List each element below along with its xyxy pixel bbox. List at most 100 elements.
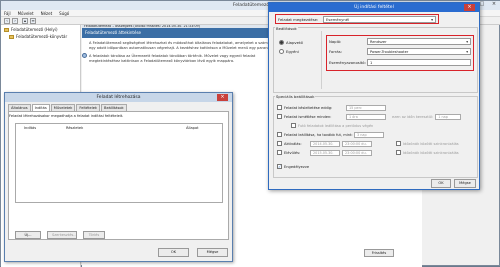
close-icon[interactable]: ×	[217, 94, 228, 101]
back-icon[interactable]: ‹	[4, 18, 10, 24]
tab-general[interactable]: Általános	[8, 104, 31, 111]
event-id-field[interactable]: 1	[367, 59, 471, 66]
enabled-row: ✓ Engedélyezve	[277, 163, 309, 170]
stop-longer-label: Feladat leállítása, ha tovább fut, mint:	[284, 132, 353, 137]
repeat-checkbox[interactable]	[277, 114, 282, 119]
stop-running-row: Futó feladatok leállítása a periódus vég…	[291, 122, 373, 129]
stop-running-checkbox[interactable]	[291, 123, 296, 128]
forward-icon[interactable]: ›	[12, 18, 18, 24]
expire-row: Elévülés: 2015.05.30. 23:00:00 du. Időzó…	[277, 149, 459, 156]
repeat-duration-label: ezen az időn keresztül:	[392, 114, 434, 119]
new-trigger-dialog: Új indítási feltétel × Feladat megkezdés…	[268, 2, 480, 190]
menu-action[interactable]: Művelet	[18, 10, 34, 16]
up-folder-icon[interactable]: ▴	[22, 18, 28, 24]
repeat-row: Feladat ismétlése minden: 1 óra ezen az …	[277, 113, 462, 120]
dialog-title: Új indítási feltétel	[269, 3, 479, 12]
intro-paragraph: A Feladatütemező segítségével létrehozha…	[89, 41, 280, 50]
tab-actions[interactable]: Műveletek	[50, 104, 76, 111]
tree-item-scheduler[interactable]: Feladatütemező (Helyi)	[4, 27, 58, 33]
basic-radio[interactable]: Alapvető	[279, 40, 303, 45]
computer-icon	[4, 28, 9, 32]
activate-row: Aktiválás: 2014.05.30. 23:00:00 du. Időz…	[277, 140, 459, 147]
menu-help[interactable]: Súgó	[59, 10, 69, 16]
tree-item-library[interactable]: Feladatütemező-könyvtár	[9, 34, 67, 40]
radio-selected-icon	[279, 40, 284, 45]
activate-time[interactable]: 23:00:00 du.	[342, 140, 372, 147]
custom-radio-label: Egyéni	[286, 49, 299, 54]
clock-icon	[82, 53, 87, 58]
tab-triggers[interactable]: Indítás	[31, 104, 50, 111]
ok-button[interactable]: OK	[431, 179, 451, 188]
basic-radio-label: Alapvető	[286, 40, 303, 45]
delay-checkbox[interactable]	[277, 105, 282, 110]
cancel-button[interactable]: Mégse	[197, 248, 228, 257]
close-icon[interactable]: ×	[464, 4, 475, 11]
column-header[interactable]: Állapot	[186, 124, 199, 132]
enabled-checkbox[interactable]: ✓	[277, 164, 282, 169]
stop-running-label: Futó feladatok leállítása a periódus vég…	[298, 123, 374, 128]
sync-tz-checkbox-1[interactable]	[396, 141, 401, 146]
activate-date[interactable]: 2014.05.30.	[310, 140, 340, 147]
activate-label: Aktiválás:	[284, 141, 302, 146]
create-task-dialog: Feladat létrehozása × Általános Indítás …	[4, 92, 233, 262]
event-id-label: Eseményazonosító:	[329, 60, 366, 65]
stop-longer-checkbox[interactable]	[277, 132, 282, 137]
stop-longer-select[interactable]: 3 nap	[354, 131, 384, 138]
repeat-duration-select[interactable]: 1 nap	[435, 113, 462, 120]
sync-tz-checkbox-2[interactable]	[396, 150, 401, 155]
triggers-description: Feladat létrehozásakor megadhatja a fela…	[9, 114, 124, 118]
delay-label: Feladat késleltetése eddig:	[284, 105, 333, 110]
source-label: Forrás:	[329, 49, 343, 54]
begin-task-label: Feladat megkezdése:	[278, 17, 319, 22]
divider	[321, 31, 322, 89]
expire-date[interactable]: 2015.05.30.	[310, 149, 340, 156]
properties-icon[interactable]: ≡	[30, 18, 36, 24]
repeat-select[interactable]: 1 óra	[346, 113, 386, 120]
log-label: Napló:	[329, 39, 342, 44]
cancel-button[interactable]: Mégse	[454, 179, 476, 188]
radio-icon	[279, 49, 284, 54]
begin-task-value: Eseménynél	[326, 17, 350, 22]
sync-tz-label: Időzónák közötti szinkronizálás	[403, 141, 459, 146]
source-value: Power-Troubleshooter	[370, 50, 409, 54]
trigger-buttons: Új... Szerkesztés... Törlés	[15, 231, 105, 239]
column-header[interactable]: Indítás	[24, 124, 36, 132]
activate-checkbox[interactable]	[277, 141, 282, 146]
column-header[interactable]: Részletek	[66, 124, 83, 132]
overview-header[interactable]: Feladatütemező áttekintése	[82, 28, 282, 38]
chevron-down-icon: ▾	[431, 17, 433, 22]
enabled-label: Engedélyezve	[284, 164, 310, 169]
new-trigger-button[interactable]: Új...	[15, 231, 41, 239]
delete-trigger-button[interactable]: Törlés	[83, 231, 105, 239]
log-select[interactable]: Rendszer ▾	[367, 38, 471, 45]
tree-item-label: Feladatütemező-könyvtár	[16, 34, 68, 39]
settings-label: Beállítások	[275, 26, 298, 31]
ok-button[interactable]: OK	[158, 248, 189, 257]
delay-select[interactable]: 15 perc	[346, 104, 386, 111]
expire-label: Elévülés:	[284, 150, 301, 155]
custom-radio[interactable]: Egyéni	[279, 49, 299, 54]
source-select[interactable]: Power-Troubleshooter ▾	[367, 48, 471, 55]
expire-time[interactable]: 23:00:00 du.	[342, 149, 372, 156]
edit-trigger-button[interactable]: Szerkesztés...	[47, 231, 77, 239]
begin-task-row: Feladat megkezdése: Eseménynél ▾	[275, 14, 439, 24]
chevron-down-icon: ▾	[466, 50, 468, 54]
begin-task-select[interactable]: Eseménynél ▾	[323, 16, 436, 23]
folder-icon	[9, 35, 14, 39]
event-fields: Napló: Rendszer ▾ Forrás: Power-Troubles…	[326, 35, 474, 71]
dialog-title: Feladat létrehozása	[5, 93, 232, 102]
expire-checkbox[interactable]	[277, 150, 282, 155]
triggers-table[interactable]: Indítás Részletek Állapot	[15, 123, 223, 203]
advanced-settings-label: Speciális beállítások	[275, 94, 316, 99]
menu-file[interactable]: Fájl	[4, 10, 11, 16]
refresh-button[interactable]: Frissítés	[364, 249, 394, 257]
stop-longer-row: Feladat leállítása, ha tovább fut, mint:…	[277, 131, 384, 138]
tab-strip: Általános Indítás Műveletek Feltételek B…	[8, 104, 128, 111]
menu-view[interactable]: Nézet	[41, 10, 53, 16]
close-icon[interactable]: ×	[489, 1, 499, 8]
tab-conditions[interactable]: Feltételek	[76, 104, 100, 111]
tree-item-label: Feladatütemező (Helyi)	[11, 27, 58, 32]
log-value: Rendszer	[370, 40, 387, 44]
repeat-label: Feladat ismétlése minden:	[284, 114, 332, 119]
tab-settings[interactable]: Beállítások	[101, 104, 127, 111]
